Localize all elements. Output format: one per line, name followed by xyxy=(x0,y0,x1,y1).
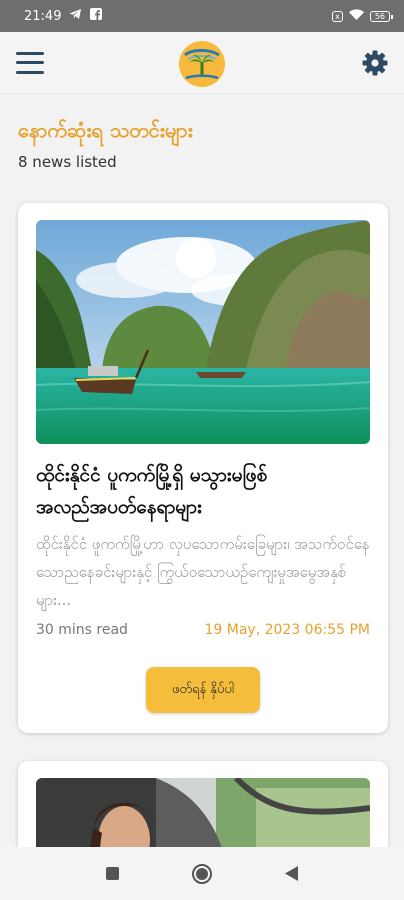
recent-apps-icon[interactable] xyxy=(101,863,123,885)
article-excerpt: ထိုင်းနိုင်ငံ ဖူကက်မြို့ဟာ လှပသောကမ်းခြေ… xyxy=(36,535,370,609)
status-bar: 21:49 x 56 xyxy=(0,0,404,32)
article-image[interactable] xyxy=(36,220,370,444)
tropical-island-logo xyxy=(178,38,226,88)
publish-date: 19 May, 2023 06:55 PM xyxy=(204,622,370,638)
home-icon[interactable] xyxy=(191,863,213,885)
facebook-icon xyxy=(90,8,103,24)
article-meta: 30 mins read 19 May, 2023 06:55 PM xyxy=(36,622,370,638)
article-title[interactable]: ထိုင်းနိုင်ငံ ပူကက်မြို့ရှိ မသွားမဖြစ် အ… xyxy=(36,459,370,523)
app-bar xyxy=(0,32,404,94)
article-image[interactable] xyxy=(36,778,370,847)
news-list[interactable]: နောက်ဆုံးရ သတင်းများ 8 news listed ထိုင်… xyxy=(0,95,404,847)
system-nav-bar xyxy=(0,847,404,900)
battery-icon: 56 xyxy=(369,10,394,22)
read-more-button[interactable]: ဖတ်ရန် နှိပ်ပါ xyxy=(146,667,260,713)
news-card[interactable]: ထိုင်းနိုင်ငံ ပူကက်မြို့ရှိ မသွားမဖြစ် အ… xyxy=(18,203,388,733)
back-icon[interactable] xyxy=(281,863,303,885)
news-count: 8 news listed xyxy=(18,153,117,171)
gear-icon[interactable] xyxy=(362,50,388,76)
wifi-icon xyxy=(348,8,364,24)
hamburger-menu-icon[interactable] xyxy=(16,51,44,74)
news-card[interactable] xyxy=(18,761,388,847)
sim-off-icon: x xyxy=(332,10,343,22)
telegram-icon xyxy=(69,8,82,24)
page-title: နောက်ဆုံးရ သတင်းများ xyxy=(18,118,193,142)
read-time: 30 mins read xyxy=(36,622,128,638)
status-time: 21:49 xyxy=(24,8,62,24)
